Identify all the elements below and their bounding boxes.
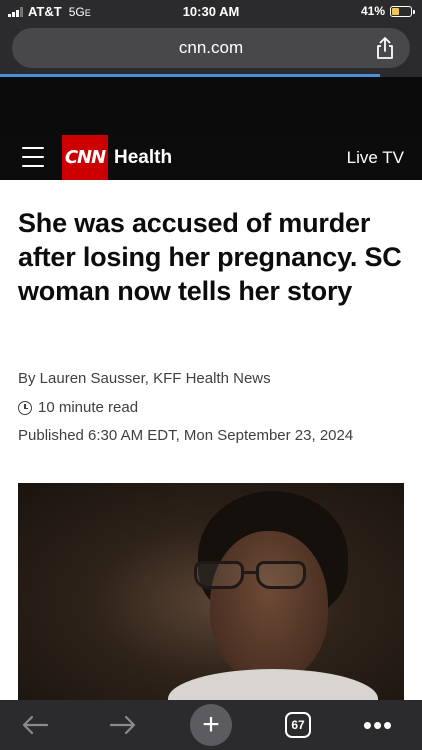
more-menu-button[interactable]: ••• [358, 708, 398, 742]
status-right: 41% [360, 4, 415, 18]
hamburger-menu-icon[interactable] [22, 147, 44, 167]
article-headline: She was accused of murder after losing h… [18, 208, 402, 306]
plus-icon: + [202, 708, 220, 741]
new-tab-button[interactable]: + [190, 704, 232, 746]
forward-button[interactable] [106, 708, 140, 742]
publish-date: Published 6:30 AM EDT, Mon September 23,… [18, 427, 354, 444]
back-arrow-icon [22, 715, 49, 735]
site-header: CNN Health Live TV [0, 135, 422, 180]
battery-percent: 41% [360, 4, 385, 18]
share-icon[interactable] [374, 36, 396, 60]
status-bar: AT&T 5GE 10:30 AM 41% [0, 0, 422, 24]
back-button[interactable] [18, 708, 52, 742]
tab-switcher-button[interactable]: 67 [283, 708, 313, 742]
article-byline: By Lauren Sausser, KFF Health News [18, 370, 271, 387]
browser-toolbar: + 67 ••• [0, 700, 422, 750]
status-time: 10:30 AM [182, 4, 240, 19]
cnn-logo[interactable]: CNN [62, 135, 108, 180]
article-lead-image[interactable] [18, 483, 404, 700]
live-tv-link[interactable]: Live TV [347, 148, 404, 168]
more-icon: ••• [362, 709, 394, 740]
battery-icon [390, 5, 415, 17]
photo-glasses-shape [194, 561, 314, 591]
clock-icon [18, 400, 32, 415]
read-time: 10 minute read [18, 399, 138, 416]
battery-level-fill [392, 7, 400, 15]
url-text: cnn.com [178, 38, 244, 57]
read-time-text: 10 minute read [38, 399, 139, 416]
article-content: She was accused of murder after losing h… [0, 180, 422, 700]
forward-arrow-icon [109, 715, 136, 735]
tab-count: 67 [285, 712, 311, 738]
browser-address-area: cnn.com [0, 24, 422, 74]
photo-shirt-shape [168, 669, 378, 700]
ad-spacer [0, 77, 422, 135]
section-title[interactable]: Health [114, 147, 172, 169]
address-bar[interactable]: cnn.com [12, 28, 410, 68]
photo-face-shape [210, 531, 328, 681]
